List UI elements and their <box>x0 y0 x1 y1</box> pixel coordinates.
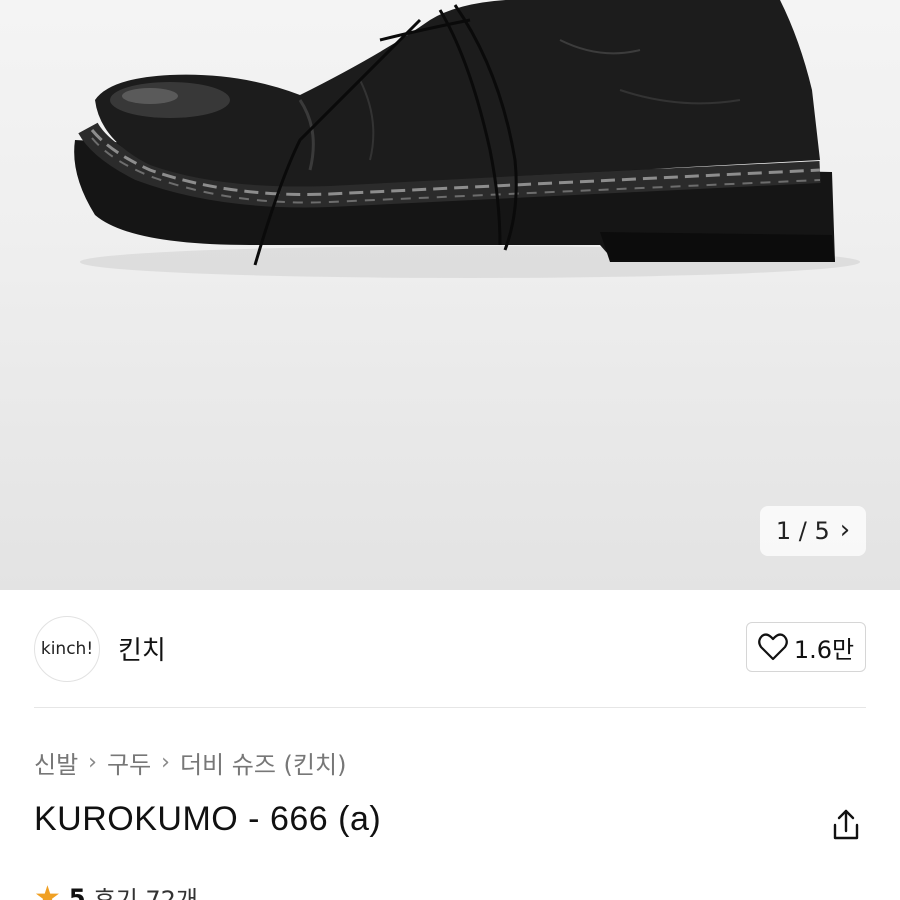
reviews-count: 후기 72개 <box>93 886 199 900</box>
chevron-right-icon: › <box>161 750 170 775</box>
breadcrumb-item-dress-shoes[interactable]: 구두 <box>107 745 151 780</box>
breadcrumb-item-shoes[interactable]: 신발 <box>34 745 78 780</box>
like-count: 1.6만 <box>793 635 855 664</box>
star-icon: ★ <box>34 879 61 900</box>
chevron-right-icon: › <box>88 750 97 775</box>
like-button[interactable]: 1.6만 <box>746 622 866 672</box>
pager-separator: / <box>798 517 807 545</box>
rating-row[interactable]: ★ 5 후기 72개 <box>34 880 198 900</box>
chevron-right-icon[interactable]: › <box>840 517 850 543</box>
seller-row: kinch! 킨치 1.6만 <box>0 590 900 708</box>
product-image-gallery[interactable]: 1 / 5 › <box>0 0 900 590</box>
pager-current: 1 <box>775 517 792 545</box>
share-button[interactable] <box>826 805 866 845</box>
product-title: KUROKUMO - 666 (a) <box>34 800 382 838</box>
breadcrumb-item-derby-shoes[interactable]: 더비 슈즈 (킨치) <box>180 745 346 780</box>
pager-text: 1 / 5 <box>776 517 830 545</box>
gallery-pager[interactable]: 1 / 5 › <box>760 506 866 556</box>
share-icon <box>833 809 859 840</box>
heart-outline-icon <box>758 633 788 661</box>
seller-logo-text: kinch! <box>40 639 94 659</box>
seller-name[interactable]: 킨치 <box>118 630 166 667</box>
rating-score: 5 <box>68 883 86 900</box>
section-divider <box>34 707 866 708</box>
pager-total: 5 <box>814 517 830 545</box>
breadcrumb: 신발 › 구두 › 더비 슈즈 (킨치) <box>34 745 346 780</box>
shoe-image <box>74 0 860 278</box>
seller-logo[interactable]: kinch! <box>34 616 100 682</box>
